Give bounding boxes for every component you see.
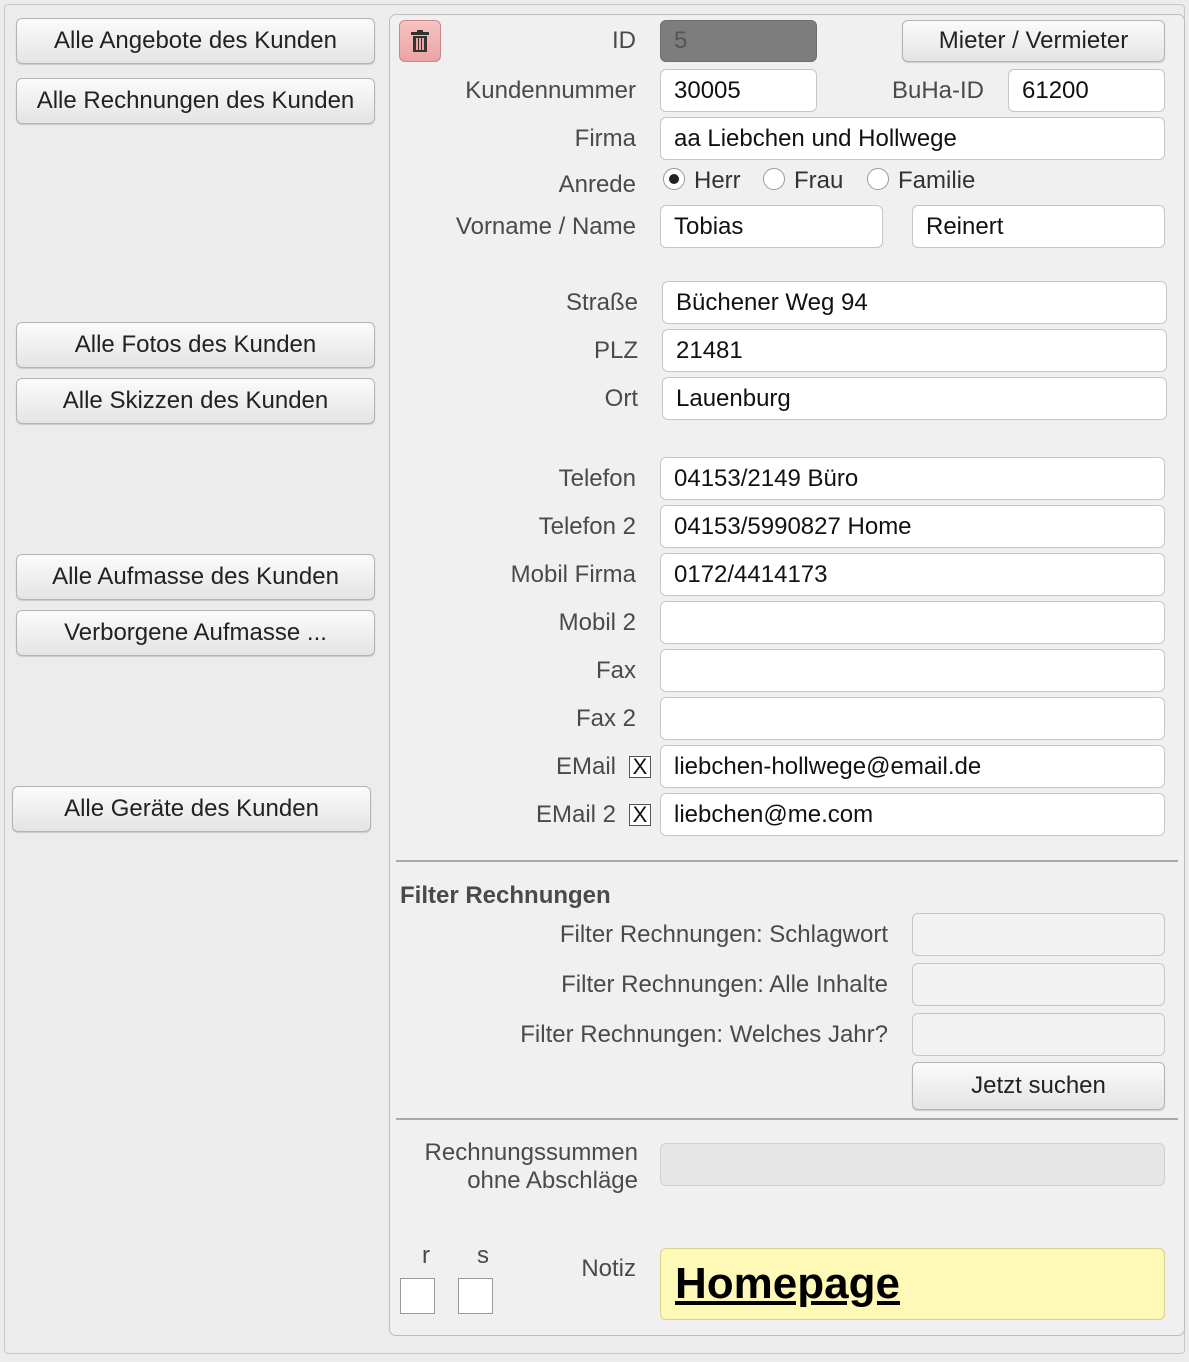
name-label: Vorname / Name: [455, 213, 636, 240]
note-text[interactable]: Homepage: [675, 1259, 900, 1309]
salutation-familie-label: Familie: [898, 167, 976, 194]
delete-button[interactable]: [399, 20, 441, 62]
r-label: r: [422, 1242, 430, 1269]
zip-label: PLZ: [593, 337, 638, 364]
email-field[interactable]: liebchen-hollwege@email.de: [660, 745, 1165, 788]
phone2-field[interactable]: 04153/5990827 Home: [660, 505, 1165, 548]
s-label: s: [477, 1242, 489, 1269]
phone2-label: Telefon 2: [538, 513, 636, 540]
salutation-herr-radio[interactable]: [663, 168, 685, 190]
filter-content-label: Filter Rechnungen: Alle Inhalte: [561, 971, 888, 998]
city-field[interactable]: Lauenburg: [662, 377, 1167, 420]
all-sketches-button[interactable]: Alle Skizzen des Kunden: [16, 378, 375, 424]
s-checkbox[interactable]: [458, 1278, 493, 1314]
filter-year-label: Filter Rechnungen: Welches Jahr?: [520, 1021, 888, 1048]
city-label: Ort: [604, 385, 638, 412]
street-field[interactable]: Büchener Weg 94: [662, 281, 1167, 324]
filter-keyword-label: Filter Rechnungen: Schlagwort: [559, 921, 888, 948]
email2-field[interactable]: liebchen@me.com: [660, 793, 1165, 836]
divider: [396, 860, 1178, 862]
last-name-field[interactable]: Reinert: [912, 205, 1165, 248]
all-offers-button[interactable]: Alle Angebote des Kunden: [16, 18, 375, 64]
email2-checkbox[interactable]: X: [629, 804, 651, 826]
all-invoices-button[interactable]: Alle Rechnungen des Kunden: [16, 78, 375, 124]
note-label: Notiz: [581, 1255, 636, 1282]
invoice-sums-label-line1: Rechnungssummen: [424, 1139, 638, 1166]
mobile2-field[interactable]: [660, 601, 1165, 644]
company-label: Firma: [574, 125, 636, 152]
customer-number-field[interactable]: 30005: [660, 69, 817, 112]
buha-id-field[interactable]: 61200: [1008, 69, 1165, 112]
mobile2-label: Mobil 2: [558, 609, 636, 636]
email2-label: EMail 2: [535, 801, 616, 828]
fax2-label: Fax 2: [575, 705, 636, 732]
search-now-button[interactable]: Jetzt suchen: [912, 1062, 1165, 1110]
customer-number-label: Kundennummer: [465, 77, 636, 104]
salutation-frau-label: Frau: [794, 167, 844, 194]
email-label: EMail: [555, 753, 616, 780]
divider-2: [396, 1118, 1178, 1120]
filter-year-field[interactable]: [912, 1013, 1165, 1056]
mobile-company-field[interactable]: 0172/4414173: [660, 553, 1165, 596]
id-field: 5: [660, 20, 817, 62]
fax-field[interactable]: [660, 649, 1165, 692]
filter-keyword-field[interactable]: [912, 913, 1165, 956]
invoice-sums-field: [660, 1143, 1165, 1186]
zip-field[interactable]: 21481: [662, 329, 1167, 372]
invoice-sums-label-line2: ohne Abschläge: [467, 1167, 638, 1194]
phone-field[interactable]: 04153/2149 Büro: [660, 457, 1165, 500]
email-checkbox[interactable]: X: [629, 756, 651, 778]
fax2-field[interactable]: [660, 697, 1165, 740]
salutation-herr-label: Herr: [694, 167, 741, 194]
note-field[interactable]: Homepage: [660, 1248, 1165, 1320]
phone-label: Telefon: [558, 465, 636, 492]
r-checkbox[interactable]: [400, 1278, 435, 1314]
all-devices-button[interactable]: Alle Geräte des Kunden: [12, 786, 371, 832]
fax-label: Fax: [595, 657, 636, 684]
salutation-frau-radio[interactable]: [763, 168, 785, 190]
first-name-field[interactable]: Tobias: [660, 205, 883, 248]
salutation-familie-radio[interactable]: [867, 168, 889, 190]
trash-icon: [411, 30, 429, 52]
salutation-label: Anrede: [558, 171, 636, 198]
company-field[interactable]: aa Liebchen und Hollwege: [660, 117, 1165, 160]
all-measurements-button[interactable]: Alle Aufmasse des Kunden: [16, 554, 375, 600]
mobile-company-label: Mobil Firma: [510, 561, 636, 588]
id-label: ID: [612, 27, 636, 54]
hidden-measurements-button[interactable]: Verborgene Aufmasse ...: [16, 610, 375, 656]
all-photos-button[interactable]: Alle Fotos des Kunden: [16, 322, 375, 368]
filter-content-field[interactable]: [912, 963, 1165, 1006]
filter-section-title: Filter Rechnungen: [400, 882, 611, 909]
buha-id-label: BuHa-ID: [891, 77, 984, 104]
street-label: Straße: [565, 289, 638, 316]
tenant-landlord-button[interactable]: Mieter / Vermieter: [902, 20, 1165, 62]
